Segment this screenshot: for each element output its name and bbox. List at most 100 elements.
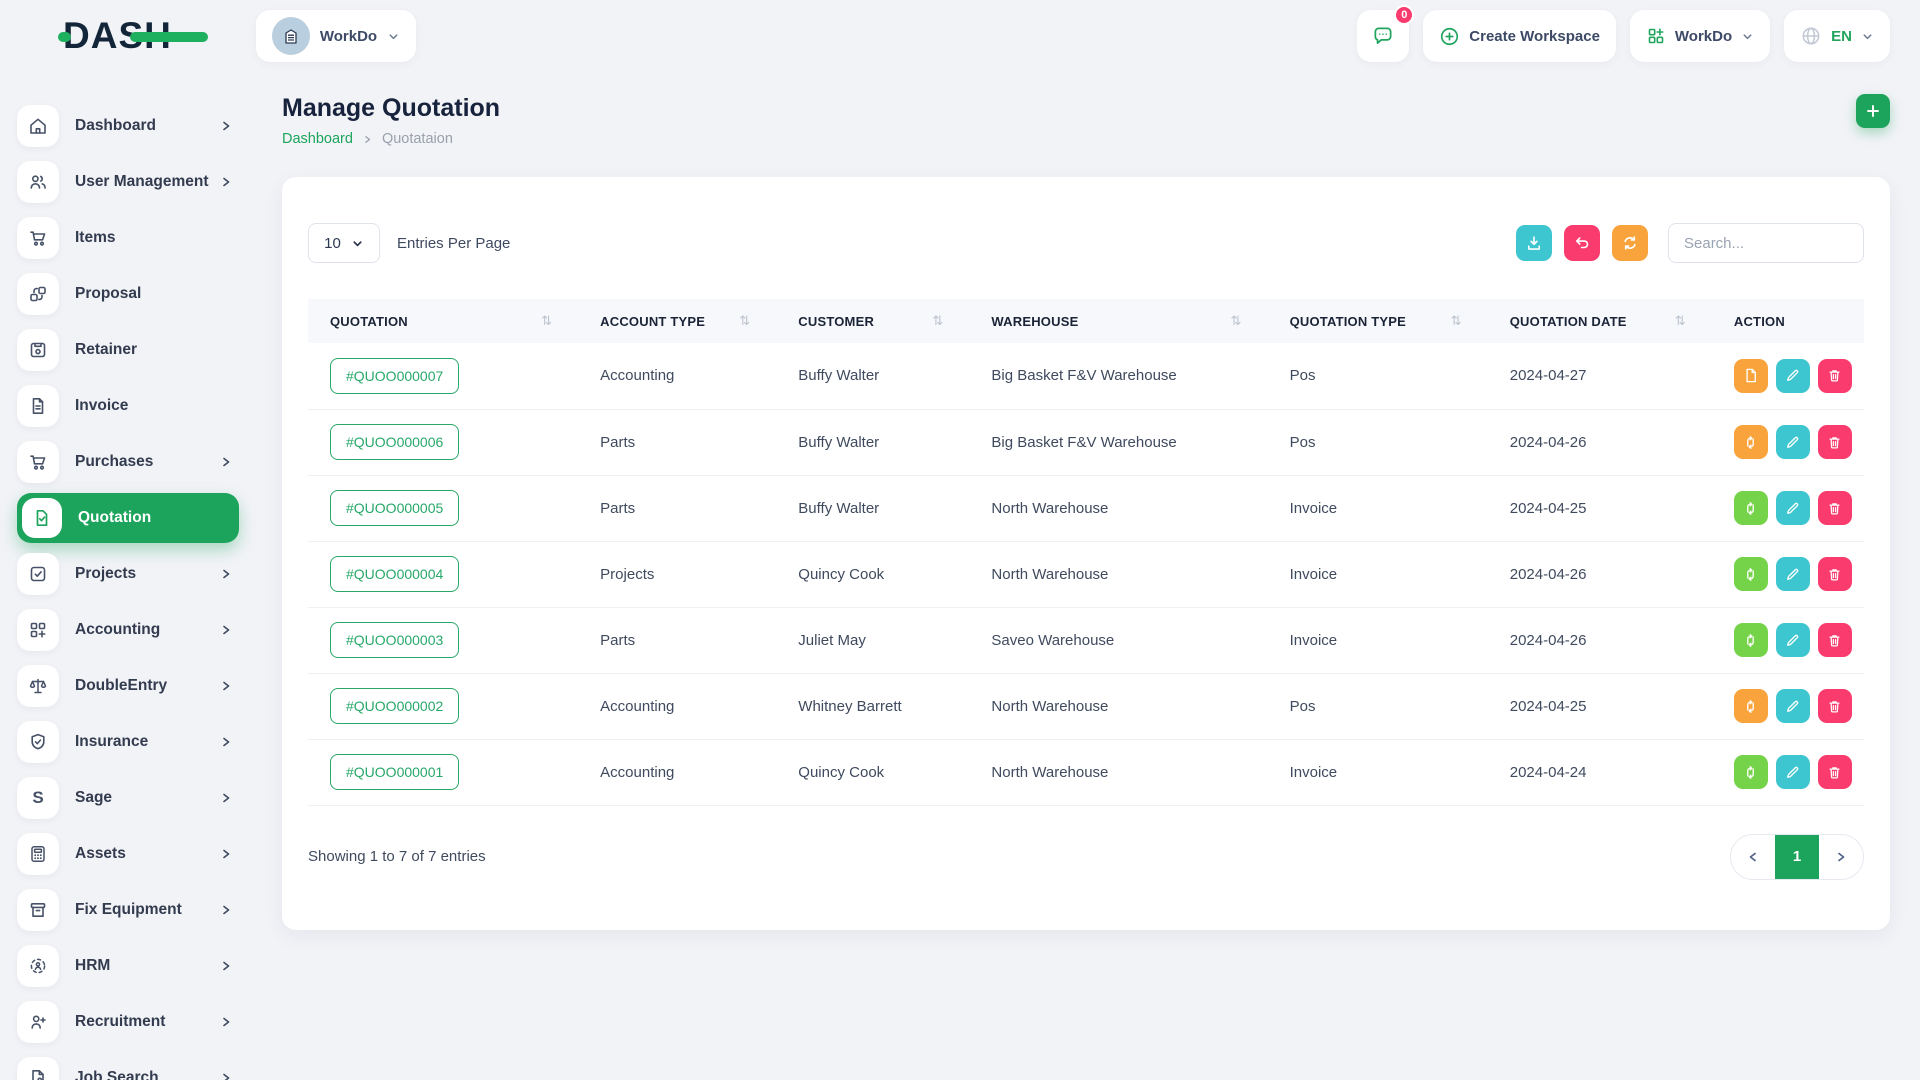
undo-button[interactable] xyxy=(1564,225,1600,261)
quotation-badge[interactable]: #QUOO000003 xyxy=(330,622,459,658)
convert-button[interactable] xyxy=(1734,491,1768,525)
quotation-date-cell: 2024-04-25 xyxy=(1488,475,1712,541)
sidebar-item-dashboard[interactable]: Dashboard xyxy=(17,98,239,154)
pagination-next-button[interactable] xyxy=(1819,835,1863,879)
sidebar-item-insurance[interactable]: Insurance xyxy=(17,714,239,770)
sidebar-item-items[interactable]: Items xyxy=(17,210,239,266)
workspace-switcher[interactable]: WorkDo xyxy=(256,10,416,62)
warehouse-cell: Big Basket F&V Warehouse xyxy=(969,409,1267,475)
quotation-badge[interactable]: #QUOO000005 xyxy=(330,490,459,526)
edit-button[interactable] xyxy=(1776,359,1810,393)
edit-button[interactable] xyxy=(1776,557,1810,591)
quotation-date-cell: 2024-04-27 xyxy=(1488,343,1712,409)
convert-button[interactable] xyxy=(1734,425,1768,459)
quotation-badge[interactable]: #QUOO000007 xyxy=(330,358,459,394)
file-action-button[interactable] xyxy=(1734,359,1768,393)
delete-button[interactable] xyxy=(1818,689,1852,723)
quotation-type-cell: Invoice xyxy=(1268,607,1488,673)
edit-button[interactable] xyxy=(1776,623,1810,657)
convert-button[interactable] xyxy=(1734,623,1768,657)
calculator-icon xyxy=(27,843,49,865)
convert-button[interactable] xyxy=(1734,755,1768,789)
sidebar-item-sage[interactable]: S Sage xyxy=(17,770,239,826)
edit-button[interactable] xyxy=(1776,689,1810,723)
quotation-date-cell: 2024-04-26 xyxy=(1488,409,1712,475)
undo-arrow-icon xyxy=(1573,234,1591,252)
quotation-badge[interactable]: #QUOO000001 xyxy=(330,754,459,790)
sidebar-item-projects[interactable]: Projects xyxy=(17,546,239,602)
entries-per-page-select[interactable]: 10 xyxy=(308,223,380,263)
sidebar-item-quotation[interactable]: Quotation xyxy=(17,493,239,543)
sidebar-item-user-management[interactable]: User Management xyxy=(17,154,239,210)
refresh-button[interactable] xyxy=(1612,225,1648,261)
sidebar-item-proposal[interactable]: Proposal xyxy=(17,266,239,322)
sidebar-item-doubleentry[interactable]: DoubleEntry xyxy=(17,658,239,714)
delete-button[interactable] xyxy=(1818,359,1852,393)
plus-icon xyxy=(1864,102,1882,120)
pencil-icon xyxy=(1784,434,1801,451)
quotation-badge[interactable]: #QUOO000006 xyxy=(330,424,459,460)
edit-button[interactable] xyxy=(1776,491,1810,525)
sidebar-item-accounting[interactable]: Accounting xyxy=(17,602,239,658)
sort-icon[interactable]: ⇅ xyxy=(1675,313,1686,329)
floppy-icon xyxy=(27,339,49,361)
sort-icon[interactable]: ⇅ xyxy=(739,313,750,329)
sidebar-item-job-search[interactable]: Job Search xyxy=(17,1050,239,1080)
grid-plus-icon xyxy=(1646,26,1666,46)
file-icon xyxy=(1742,367,1759,384)
pagination-prev-button[interactable] xyxy=(1731,835,1775,879)
sidebar-item-invoice[interactable]: Invoice xyxy=(17,378,239,434)
quotation-type-cell: Invoice xyxy=(1268,541,1488,607)
create-workspace-button[interactable]: Create Workspace xyxy=(1423,10,1616,62)
document-icon xyxy=(27,395,49,417)
edit-button[interactable] xyxy=(1776,425,1810,459)
sidebar-item-assets[interactable]: Assets xyxy=(17,826,239,882)
convert-button[interactable] xyxy=(1734,557,1768,591)
delete-button[interactable] xyxy=(1818,425,1852,459)
delete-button[interactable] xyxy=(1818,623,1852,657)
breadcrumb-chevron-icon xyxy=(362,134,373,145)
quotation-date-cell: 2024-04-26 xyxy=(1488,541,1712,607)
sidebar-item-purchases[interactable]: Purchases xyxy=(17,434,239,490)
customer-cell: Quincy Cook xyxy=(776,541,969,607)
sidebar-item-retainer[interactable]: Retainer xyxy=(17,322,239,378)
quotation-badge[interactable]: #QUOO000002 xyxy=(330,688,459,724)
search-input[interactable] xyxy=(1668,223,1864,263)
delete-button[interactable] xyxy=(1818,491,1852,525)
language-selector[interactable]: EN xyxy=(1784,10,1890,62)
pagination-current-page[interactable]: 1 xyxy=(1775,835,1819,879)
account-type-cell: Parts xyxy=(578,409,776,475)
warehouse-cell: North Warehouse xyxy=(969,739,1267,805)
archive-box-icon xyxy=(27,899,49,921)
quotation-badge[interactable]: #QUOO000004 xyxy=(330,556,459,592)
chevron-right-icon xyxy=(219,1071,233,1080)
messages-button[interactable]: 0 xyxy=(1357,10,1409,62)
edit-button[interactable] xyxy=(1776,755,1810,789)
export-button[interactable] xyxy=(1516,225,1552,261)
chevron-right-icon xyxy=(219,119,233,133)
sort-icon[interactable]: ⇅ xyxy=(1231,313,1242,329)
entries-per-page-label: Entries Per Page xyxy=(397,235,510,252)
building-icon xyxy=(280,25,302,47)
sort-icon[interactable]: ⇅ xyxy=(932,313,943,329)
sort-icon[interactable]: ⇅ xyxy=(1451,313,1462,329)
workspace-menu-button[interactable]: WorkDo xyxy=(1630,10,1770,62)
language-code: EN xyxy=(1831,28,1852,45)
sidebar-item-fix-equipment[interactable]: Fix Equipment xyxy=(17,882,239,938)
swap-arrows-icon xyxy=(1742,500,1759,517)
delete-button[interactable] xyxy=(1818,557,1852,591)
sort-icon[interactable]: ⇅ xyxy=(541,313,552,329)
sidebar-item-hrm[interactable]: HRM xyxy=(17,938,239,994)
sidebar-item-recruitment[interactable]: Recruitment xyxy=(17,994,239,1050)
breadcrumb-dashboard-link[interactable]: Dashboard xyxy=(282,131,353,147)
brand-logo[interactable]: DASH xyxy=(63,15,172,57)
logo-green-dot xyxy=(58,32,71,42)
workspace-menu-label: WorkDo xyxy=(1675,28,1732,45)
delete-button[interactable] xyxy=(1818,755,1852,789)
person-circle-dashed-icon xyxy=(27,955,49,977)
workspace-switcher-label: WorkDo xyxy=(320,28,377,45)
column-header-quotation-type: QUOTATION TYPE xyxy=(1290,314,1406,329)
convert-button[interactable] xyxy=(1734,689,1768,723)
add-quotation-button[interactable] xyxy=(1856,94,1890,128)
table-toolbar: 10 Entries Per Page xyxy=(308,223,1864,263)
